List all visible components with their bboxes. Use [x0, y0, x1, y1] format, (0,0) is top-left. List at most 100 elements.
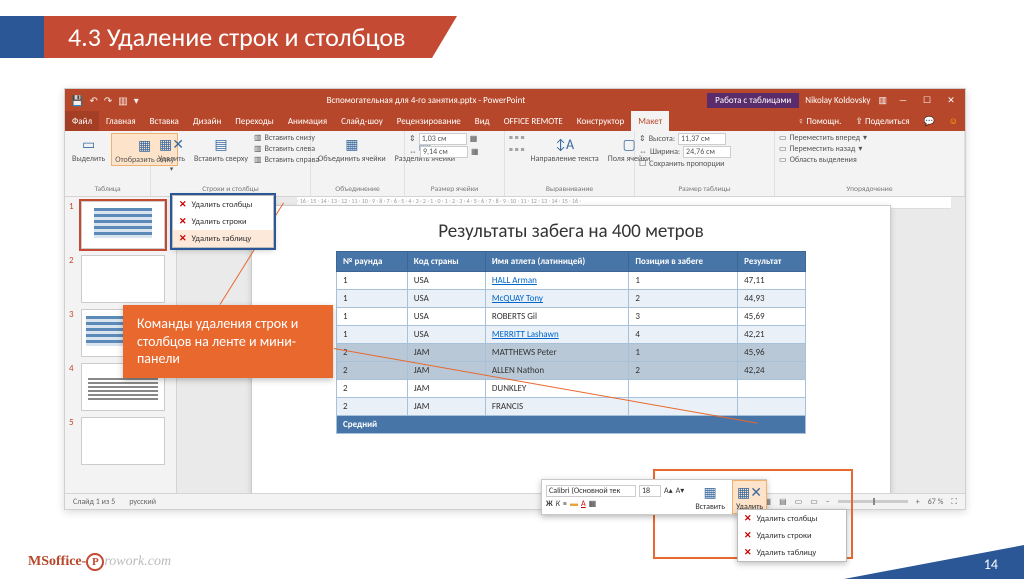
fit-icon[interactable]: ⛶ [951, 497, 957, 507]
delete-table-item[interactable]: ✕Удалить таблицу [173, 230, 273, 247]
start-icon[interactable]: ▥ [118, 94, 127, 107]
mini-size-field[interactable]: 18 [639, 485, 661, 497]
results-table[interactable]: № раунда Код страны Имя атлета (латинице… [336, 251, 806, 434]
mini-toolbar[interactable]: Calibri (Основной тек 18 A▴ A▾ Ж К ≡ ▬ A… [541, 479, 767, 515]
table-cell[interactable] [629, 398, 738, 416]
table-cell[interactable]: 1 [629, 272, 738, 290]
undo-icon[interactable]: ↶ [89, 94, 97, 107]
table-cell[interactable]: 3 [629, 308, 738, 326]
table-cell[interactable]: 45,96 [738, 344, 806, 362]
border-icon[interactable]: ▦ [589, 499, 597, 509]
table-cell[interactable]: USA [407, 290, 485, 308]
ribbon-options-icon[interactable]: ▥ [878, 95, 887, 106]
table-cell[interactable]: 44,93 [738, 290, 806, 308]
fill-color-icon[interactable]: ▬ [570, 499, 578, 509]
tab-tabletools-layout[interactable]: Макет [631, 111, 669, 131]
align-row-1[interactable]: ≡ ≡ ≡ [509, 133, 525, 143]
mini-font-field[interactable]: Calibri (Основной тек [546, 485, 636, 497]
table-cell[interactable]: 47,11 [738, 272, 806, 290]
thumb-2[interactable]: 2 [69, 255, 172, 303]
table-cell[interactable] [738, 380, 806, 398]
increase-font-icon[interactable]: A▴ [664, 486, 673, 496]
bring-forward-button[interactable]: ▭ Переместить вперед ▾ [779, 133, 867, 143]
italic-icon[interactable]: К [556, 499, 560, 509]
table-cell[interactable]: 45,69 [738, 308, 806, 326]
zoom-slider[interactable] [838, 500, 908, 503]
bold-icon[interactable]: Ж [546, 499, 553, 509]
table-cell[interactable]: USA [407, 326, 485, 344]
close-icon[interactable]: ✕ [943, 95, 959, 106]
mini-insert-button[interactable]: ▦Вставить [692, 481, 728, 512]
redo-icon[interactable]: ↷ [104, 94, 112, 107]
maximize-icon[interactable]: ☐ [919, 95, 935, 106]
table-cell[interactable]: 42,21 [738, 326, 806, 344]
table-cell[interactable]: 42,24 [738, 362, 806, 380]
table-cell[interactable]: 1 [337, 272, 408, 290]
delete-columns-item[interactable]: ✕Удалить столбцы [173, 196, 273, 213]
tab-design[interactable]: Дизайн [186, 111, 228, 131]
merge-cells-button[interactable]: ▦Объединить ячейки [315, 133, 389, 164]
table-cell[interactable]: JAM [407, 380, 485, 398]
table-cell[interactable]: JAM [407, 344, 485, 362]
tell-me[interactable]: ♀ Помощн. [791, 111, 849, 131]
table-cell[interactable]: 4 [629, 326, 738, 344]
chevron-down-icon[interactable]: ▾ [134, 94, 139, 107]
table-cell[interactable]: 1 [629, 344, 738, 362]
table-row[interactable]: 2JAMFRANCIS [337, 398, 806, 416]
zoom-value[interactable]: 67 % [928, 497, 944, 507]
delete-button[interactable]: ▦✕Удалить▾ [155, 133, 188, 174]
table-cell[interactable]: McQUAY Tony [485, 290, 628, 308]
table-row[interactable]: 2JAMDUNKLEY [337, 380, 806, 398]
tab-office-remote[interactable]: OFFICE REMOTE [497, 111, 570, 131]
table-row[interactable]: 2JAMALLEN Nathon242,24 [337, 362, 806, 380]
table-height-field[interactable]: ⇕ Высота: 11,37 см [639, 133, 731, 145]
smiley-icon[interactable]: ☺ [942, 111, 965, 131]
table-cell[interactable]: 1 [337, 326, 408, 344]
zoom-in-icon[interactable]: + [916, 497, 920, 507]
table-cell[interactable]: 2 [337, 398, 408, 416]
table-cell[interactable]: 2 [337, 380, 408, 398]
tab-transitions[interactable]: Переходы [228, 111, 281, 131]
share-button[interactable]: ⇪ Поделиться [848, 111, 916, 131]
tab-insert[interactable]: Вставка [143, 111, 186, 131]
insert-left-button[interactable]: ▥Вставить слева [254, 144, 319, 154]
ctx-delete-table[interactable]: ✕Удалить таблицу [738, 544, 846, 561]
decrease-font-icon[interactable]: A▾ [676, 486, 685, 496]
table-cell[interactable]: MERRITT Lashawn [485, 326, 628, 344]
table-cell[interactable]: 1 [337, 290, 408, 308]
lock-aspect-checkbox[interactable]: ☐ Сохранить пропорции [639, 159, 731, 169]
selection-pane-button[interactable]: ▭ Область выделения [779, 155, 867, 165]
send-backward-button[interactable]: ▭ Переместить назад ▾ [779, 144, 867, 154]
comments-icon[interactable]: 💬 [917, 111, 942, 131]
ctx-delete-columns[interactable]: ✕Удалить столбцы [738, 510, 846, 527]
language-indicator[interactable]: русский [129, 497, 156, 507]
insert-below-button[interactable]: ▥Вставить снизу [254, 133, 319, 143]
table-row[interactable]: 1USAMERRITT Lashawn442,21 [337, 326, 806, 344]
view-slideshow-icon[interactable]: ▭ [810, 497, 818, 507]
tab-tabletools-design[interactable]: Конструктор [570, 111, 631, 131]
minimize-icon[interactable]: — [895, 95, 911, 106]
align-row-2[interactable]: ≡ ≡ ≡ [509, 145, 525, 155]
table-cell[interactable]: MATTHEWS Peter [485, 344, 628, 362]
zoom-out-icon[interactable]: − [826, 497, 830, 507]
table-cell[interactable]: 2 [337, 362, 408, 380]
table-row[interactable]: 1USAMcQUAY Tony244,93 [337, 290, 806, 308]
delete-rows-item[interactable]: ✕Удалить строки [173, 213, 273, 230]
tab-home[interactable]: Главная [99, 111, 143, 131]
cell-width-field[interactable]: ⇔ 9,14 см ▦ [409, 146, 479, 158]
table-cell[interactable]: ROBERTS Gil [485, 308, 628, 326]
table-cell[interactable]: ALLEN Nathon [485, 362, 628, 380]
text-direction-button[interactable]: ↕AНаправление текста [528, 133, 602, 164]
thumb-5[interactable]: 5 [69, 417, 172, 465]
view-sorter-icon[interactable]: ▤ [779, 497, 787, 507]
table-row[interactable]: 2JAMMATTHEWS Peter145,96 [337, 344, 806, 362]
user-name[interactable]: Nikolay Koldovsky [805, 95, 870, 106]
insert-above-button[interactable]: ▤Вставить сверху [191, 133, 251, 164]
table-row[interactable]: 1USAHALL Arman147,11 [337, 272, 806, 290]
cell-height-field[interactable]: ⇕ 1,03 см ▦ [409, 133, 479, 145]
align-icon[interactable]: ≡ [563, 499, 567, 509]
save-icon[interactable]: 💾 [71, 94, 83, 107]
thumb-1[interactable]: 1 [69, 201, 172, 249]
table-cell[interactable]: 2 [629, 290, 738, 308]
table-cell[interactable]: HALL Arman [485, 272, 628, 290]
